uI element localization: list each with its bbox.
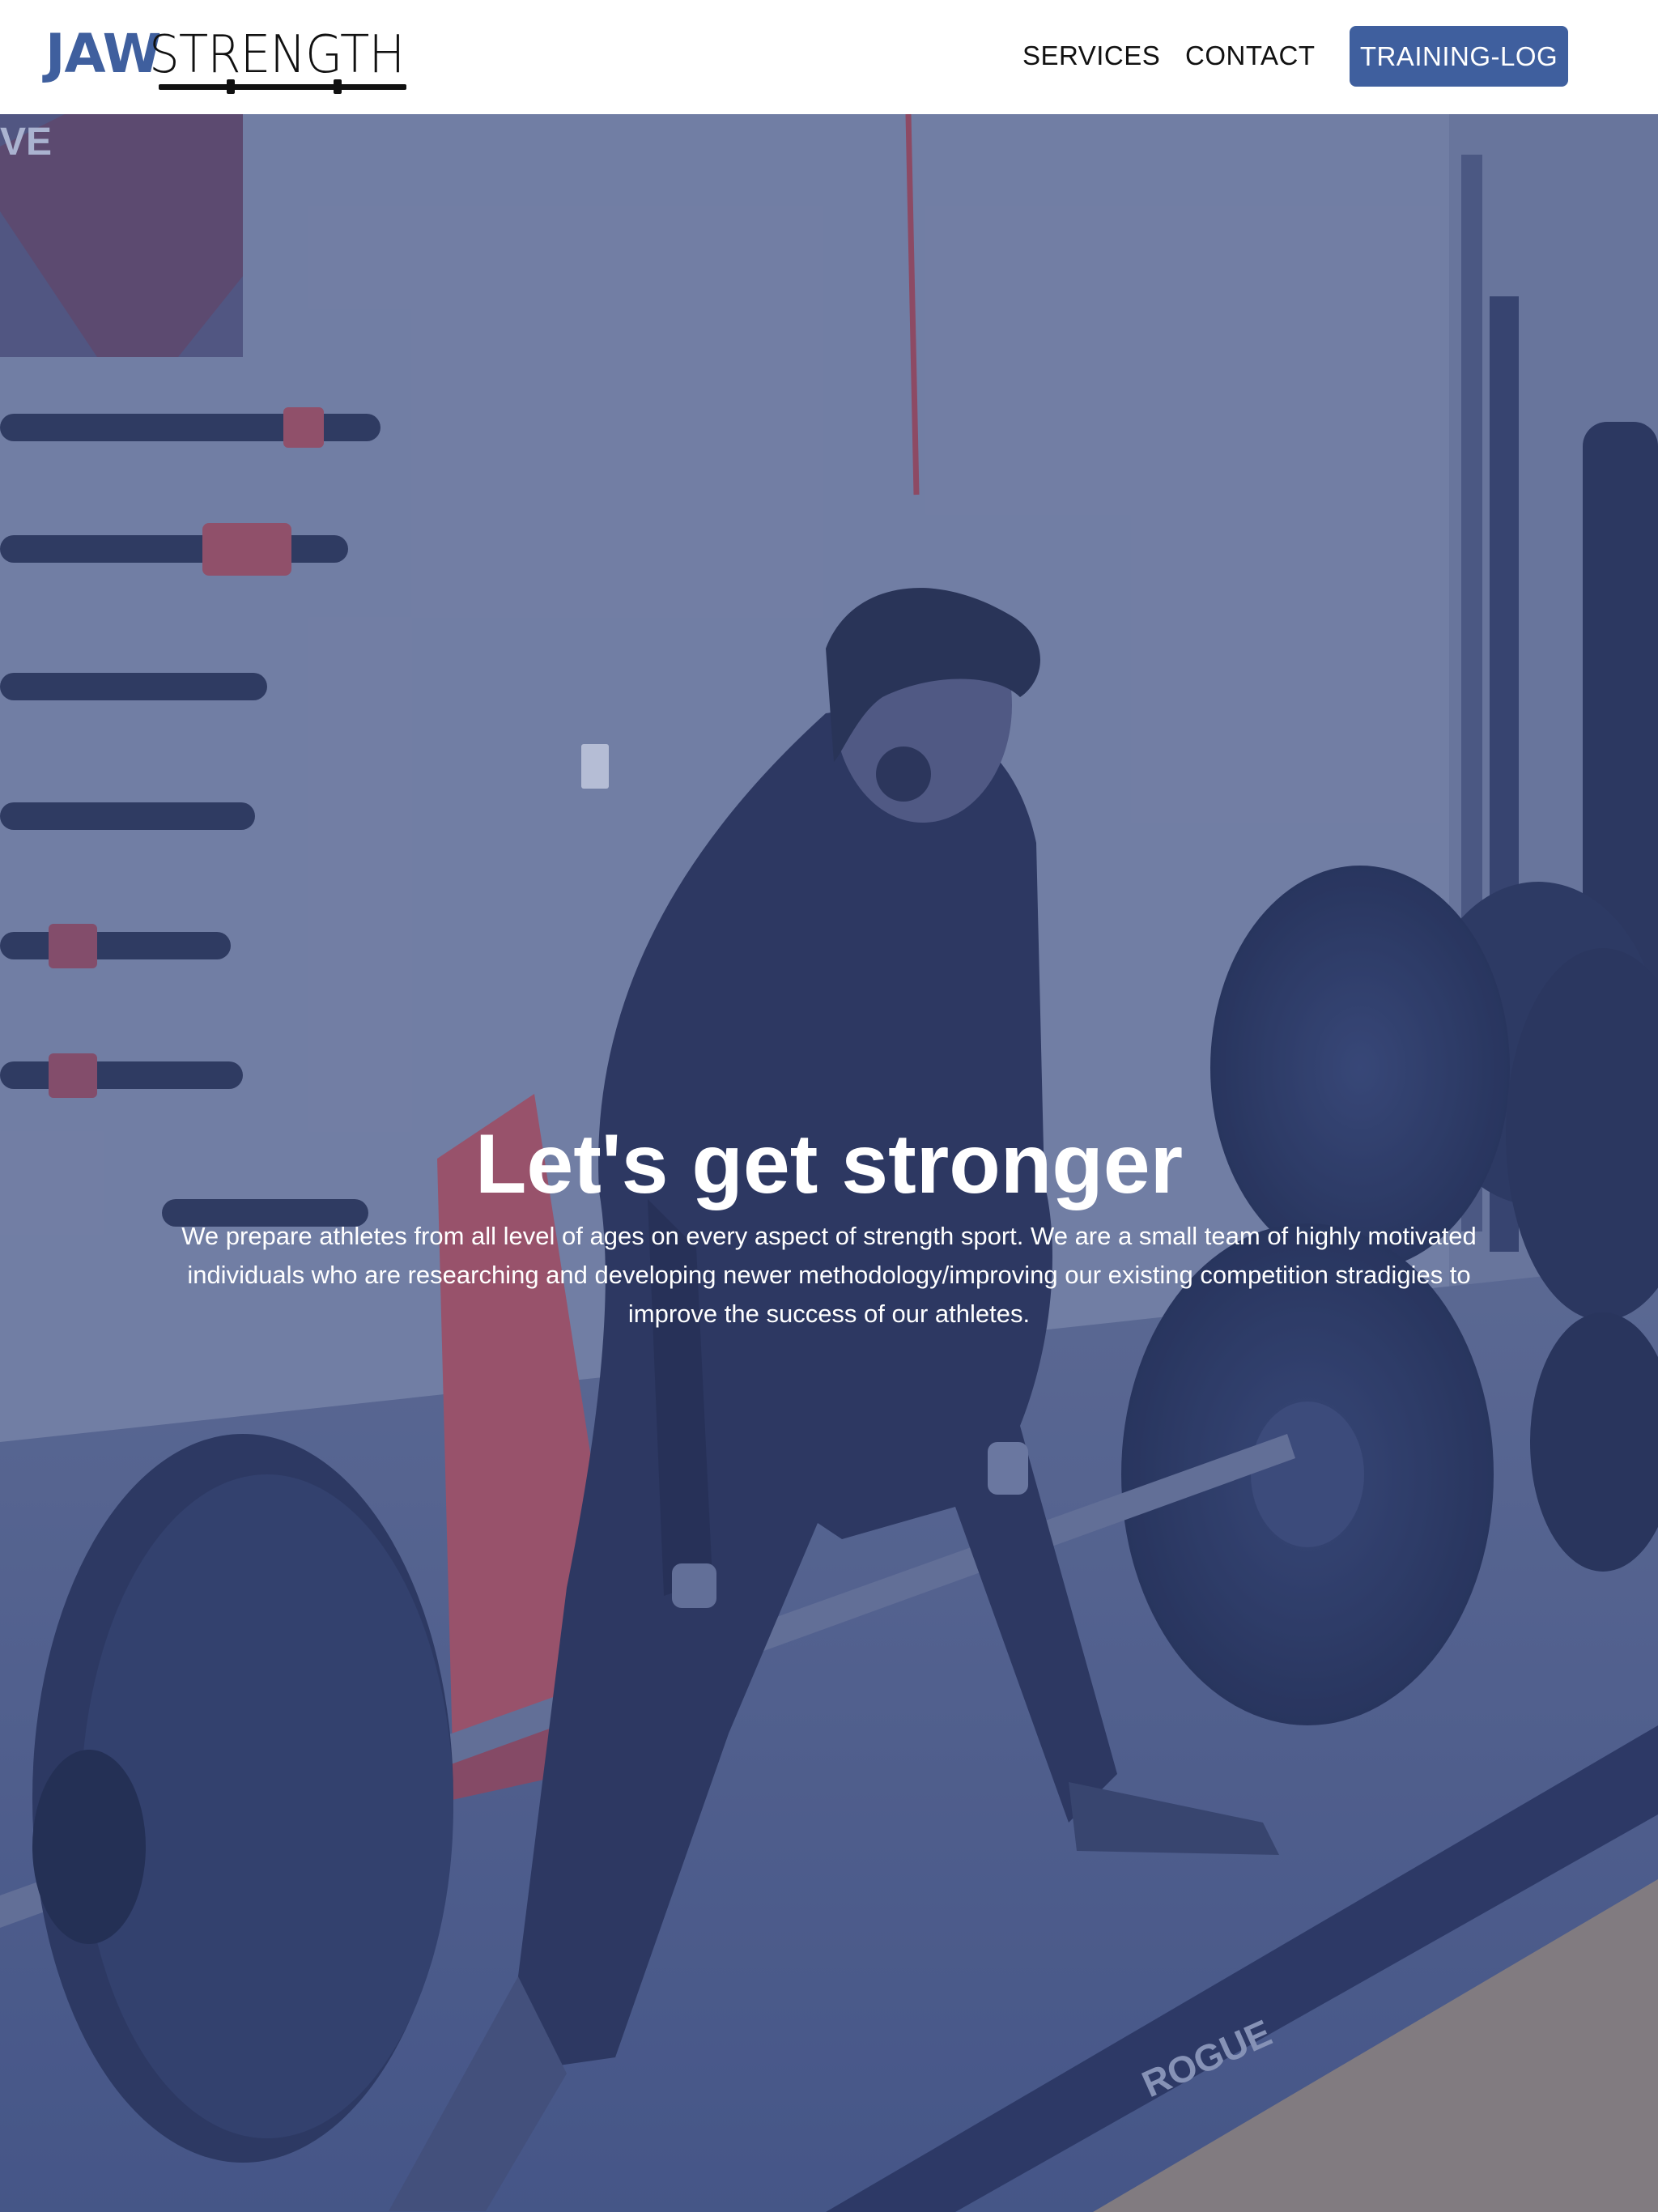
logo-barbell-icon (159, 84, 406, 90)
training-log-button[interactable]: TRAINING-LOG (1350, 26, 1568, 87)
nav-link-services[interactable]: SERVICES (1022, 40, 1160, 71)
page: JAW STRENGTH SERVICES CONTACT TRAINING-L… (0, 0, 1658, 2212)
site-header: JAW STRENGTH SERVICES CONTACT TRAINING-L… (0, 0, 1658, 114)
logo-barbell-plate (334, 79, 342, 94)
hero-title: Let's get stronger (474, 1117, 1184, 1211)
logo-strength-text: STRENGTH (149, 25, 405, 85)
hero-section: ROGUE VE Let's get stronger We prepare a… (0, 114, 1658, 2212)
logo-jaw-text: JAW (45, 23, 161, 85)
logo-barbell-plate (227, 79, 235, 94)
hero-description: We prepare athletes from all level of ag… (181, 1222, 1477, 1328)
nav-link-contact[interactable]: CONTACT (1185, 40, 1316, 71)
site-logo[interactable]: JAW STRENGTH (45, 24, 418, 97)
